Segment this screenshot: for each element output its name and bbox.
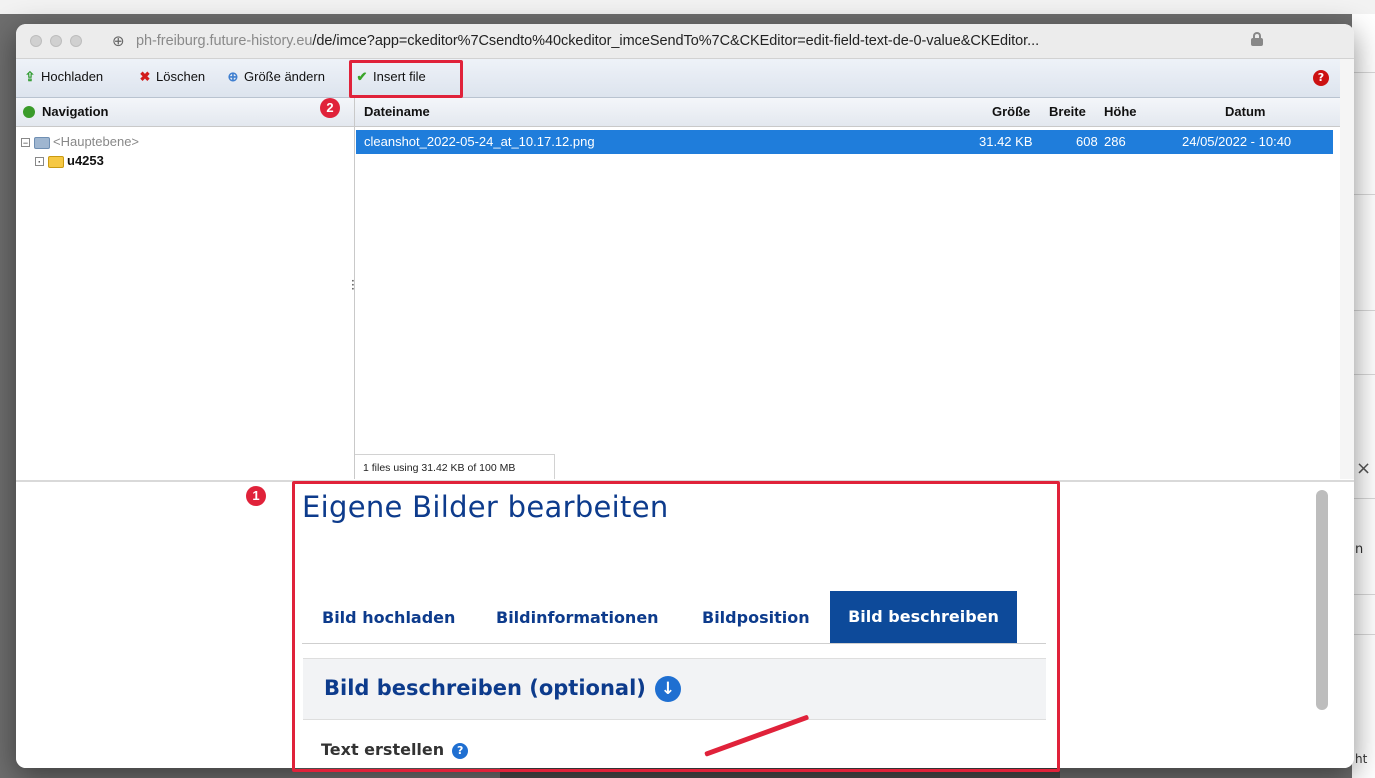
step-badge-2: 2 — [320, 98, 340, 118]
file-width: 608 — [1076, 134, 1098, 149]
storage-status: 1 files using 31.42 KB of 100 MB — [355, 454, 555, 479]
resize-button[interactable]: ⊕ Größe ändern — [225, 69, 325, 85]
upload-label: Hochladen — [41, 69, 104, 84]
window-scrollbar[interactable] — [1340, 59, 1354, 479]
navigation-title: Navigation — [42, 104, 109, 119]
column-width[interactable]: Breite — [1049, 104, 1086, 119]
minimize-window-button[interactable] — [50, 35, 62, 47]
resize-label: Größe ändern — [244, 69, 325, 84]
collapse-icon[interactable]: − — [21, 138, 30, 148]
file-name: cleanshot_2022-05-24_at_10.17.12.png — [364, 134, 595, 149]
table-row[interactable]: cleanshot_2022-05-24_at_10.17.12.png 31.… — [356, 130, 1333, 154]
column-name[interactable]: Dateiname — [364, 104, 430, 119]
page-scrollbar[interactable] — [1316, 490, 1328, 710]
delete-label: Löschen — [156, 69, 206, 84]
help-icon[interactable]: ? — [1313, 70, 1329, 86]
address-bar[interactable]: ph-freiburg.future-history.eu/de/imce?ap… — [136, 33, 1039, 49]
step-badge-1: 1 — [246, 486, 266, 506]
zoom-window-button[interactable] — [70, 35, 82, 47]
browser-titlebar: ⊕ ph-freiburg.future-history.eu/de/imce?… — [16, 24, 1354, 59]
upload-button[interactable]: ⇪ Hochladen — [22, 69, 104, 85]
resize-icon: ⊕ — [227, 69, 239, 84]
tree-icon — [23, 106, 35, 118]
folder-icon — [48, 155, 64, 168]
globe-icon: ⊕ — [112, 32, 125, 50]
highlight-editor-region — [292, 481, 1060, 772]
expand-icon[interactable]: · — [35, 157, 44, 167]
lock-icon — [1251, 32, 1263, 46]
background-text-fragment: n — [1355, 542, 1364, 557]
tree-node-label: <Hauptebene> — [53, 134, 140, 149]
background-close-icon[interactable]: × — [1356, 458, 1371, 479]
file-list-header: Dateiname Größe Breite Höhe Datum — [355, 98, 1340, 127]
url-path: /de/imce?app=ckeditor%7Csendto%40ckedito… — [312, 33, 1040, 49]
file-size: 31.42 KB — [979, 134, 1033, 149]
delete-button[interactable]: ✖ Löschen — [137, 69, 206, 85]
url-host: ph-freiburg.future-history.eu — [136, 33, 313, 49]
file-list: Dateiname Größe Breite Höhe Datum cleans… — [355, 98, 1340, 479]
column-date[interactable]: Datum — [1225, 104, 1265, 119]
background-panel — [1352, 14, 1375, 778]
background-topbar — [0, 0, 1375, 14]
delete-icon: ✖ — [139, 69, 151, 84]
navigation-pane: Navigation − <Hauptebene> · u4253 — [16, 98, 355, 479]
tree-node-folder[interactable]: · u4253 — [35, 153, 104, 168]
background-text-fragment: ht — [1355, 752, 1368, 766]
file-date: 24/05/2022 - 10:40 — [1182, 134, 1292, 149]
upload-icon: ⇪ — [24, 69, 36, 84]
close-window-button[interactable] — [30, 35, 42, 47]
file-height: 286 — [1104, 134, 1126, 149]
imce-toolbar: ⇪ Hochladen ✖ Löschen ⊕ Größe ändern ✔ Inser… — [16, 59, 1340, 98]
navigation-header: Navigation — [16, 98, 354, 127]
folder-icon — [34, 136, 50, 149]
tree-node-label: u4253 — [67, 153, 104, 168]
tree-node-root[interactable]: − <Hauptebene> — [21, 134, 139, 149]
column-height[interactable]: Höhe — [1104, 104, 1137, 119]
column-size[interactable]: Größe — [992, 104, 1030, 119]
highlight-insert-file — [349, 60, 463, 98]
